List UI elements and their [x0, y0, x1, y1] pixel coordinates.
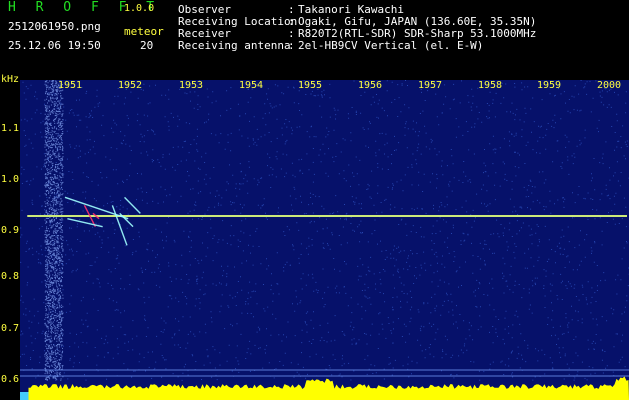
y-tick-label: 0.9 [1, 225, 20, 236]
x-tick-label: 1956 [358, 80, 383, 91]
antenna-colon: : [288, 39, 295, 52]
y-tick-label: 0.6 [1, 374, 20, 385]
y-axis-label: kHz [1, 74, 20, 85]
x-tick-label: 1958 [478, 80, 503, 91]
x-tick-label: 1959 [537, 80, 562, 91]
x-tick-label: 2000 [597, 80, 622, 91]
spectrogram-plot [20, 80, 629, 400]
x-tick-label: 1952 [118, 80, 143, 91]
y-tick-label: 1.1 [1, 123, 20, 134]
y-tick-label: 0.8 [1, 271, 20, 282]
x-tick-label: 1951 [58, 80, 83, 91]
antenna-value: 2el-HB9CV Vertical (el. E-W) [298, 39, 484, 52]
observation-datetime: 25.12.06 19:50 [8, 39, 101, 52]
antenna-label: Receiving antenna [178, 39, 291, 52]
x-tick-label: 1953 [179, 80, 204, 91]
meteor-count-label: meteor [124, 25, 164, 38]
y-tick-label: 1.0 [1, 174, 20, 185]
meteor-count-value: 20 [140, 39, 154, 52]
y-tick-label: 0.7 [1, 323, 20, 334]
hroft-spectrogram-window: H R O F F T 1.0.0 2512061950.png meteor … [0, 0, 629, 400]
x-tick-label: 1957 [418, 80, 443, 91]
spectrogram-svg [20, 80, 629, 400]
x-tick-label: 1955 [298, 80, 323, 91]
app-version: 1.0.0 [124, 3, 155, 14]
x-tick-label: 1954 [239, 80, 264, 91]
level-bar-start [20, 392, 29, 400]
file-name: 2512061950.png [8, 20, 101, 33]
